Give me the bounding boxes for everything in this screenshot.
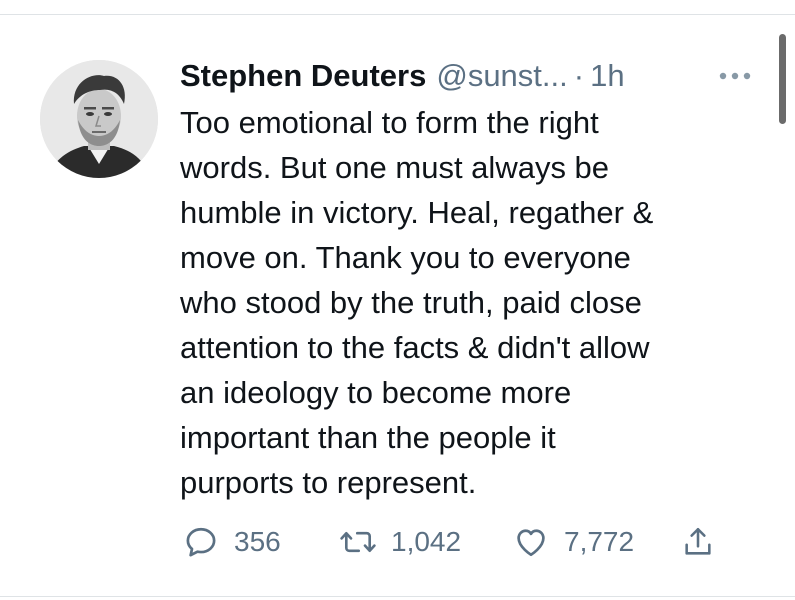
top-divider <box>0 14 795 15</box>
like-count: 7,772 <box>564 526 635 557</box>
reply-count: 356 <box>234 526 281 557</box>
bottom-divider <box>0 596 795 597</box>
reply-icon <box>180 521 222 563</box>
avatar[interactable] <box>40 60 158 178</box>
like-button[interactable]: 7,772 <box>510 519 634 565</box>
more-options-button[interactable] <box>713 62 757 90</box>
scrollbar-thumb[interactable] <box>779 34 786 124</box>
separator-dot: · <box>573 58 585 93</box>
retweet-button[interactable]: 1,042 <box>337 519 461 565</box>
share-button[interactable] <box>677 519 719 565</box>
tweet-header: Stephen Deuters @sunst... · 1h <box>180 56 770 96</box>
tweet-page: Stephen Deuters @sunst... · 1h Too emoti… <box>0 0 795 600</box>
display-name[interactable]: Stephen Deuters <box>180 56 426 96</box>
tweet-text: Too emotional to form the right words. B… <box>180 105 654 500</box>
heart-icon <box>510 521 552 563</box>
timestamp[interactable]: 1h <box>590 56 624 96</box>
retweet-count: 1,042 <box>391 526 462 557</box>
profile-photo <box>40 60 158 178</box>
tweet-actions: 356 1,042 7,772 <box>180 519 740 565</box>
share-icon <box>677 521 719 563</box>
tweet: Stephen Deuters @sunst... · 1h Too emoti… <box>180 56 770 505</box>
ellipsis-icon <box>719 72 751 80</box>
retweet-icon <box>337 521 379 563</box>
reply-button[interactable]: 356 <box>180 519 281 565</box>
user-handle[interactable]: @sunst... <box>436 56 567 96</box>
